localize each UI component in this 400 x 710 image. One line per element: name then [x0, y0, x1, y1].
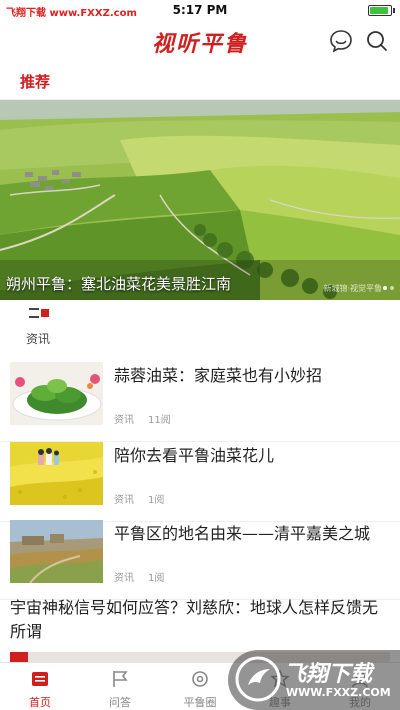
news-count: 11阅	[148, 415, 171, 426]
banner-watermark: 新城锦·视觉平鲁	[323, 284, 382, 293]
tab-recommend[interactable]: 推荐	[20, 71, 50, 92]
news-title-long[interactable]: 宇宙神秘信号如何应答？刘慈欣：地球人怎样反馈无所谓	[10, 596, 390, 644]
news-thumbnail	[10, 362, 103, 425]
chat-icon[interactable]	[328, 28, 354, 54]
news-title: 陪你去看平鲁油菜花儿	[114, 446, 275, 465]
news-category: 资讯	[114, 495, 134, 506]
status-time: 5:17 PM	[172, 3, 228, 17]
news-category: 资讯	[114, 415, 134, 426]
tab-qa-label: 问答	[109, 696, 131, 709]
news-item[interactable]: 陪你去看平鲁油菜花儿 资讯 1阅	[0, 442, 400, 522]
news-thumbnail	[10, 520, 103, 583]
tab-home[interactable]: 首页	[0, 663, 80, 710]
tab-home-label: 首页	[29, 696, 51, 709]
section-header: 资讯	[26, 306, 56, 350]
app-header: 视听平鲁	[0, 20, 400, 62]
section-mark-icon	[29, 308, 49, 320]
news-item[interactable]: 平鲁区的地名由来——清平嘉美之城 资讯 1阅	[0, 520, 400, 600]
category-tabs: 推荐	[0, 62, 400, 100]
watermark-url: WWW.FXXZ.COM	[286, 686, 391, 699]
banner-image	[0, 100, 400, 300]
news-title: 平鲁区的地名由来——清平嘉美之城	[114, 524, 371, 543]
search-icon[interactable]	[364, 28, 390, 54]
news-meta: 资讯 1阅	[114, 569, 164, 584]
banner-caption: 朔州平鲁：塞北油菜花美景胜江南	[6, 275, 232, 293]
circle-icon	[192, 671, 208, 687]
news-category: 资讯	[114, 573, 134, 584]
battery-cap	[393, 8, 395, 13]
banner-carousel[interactable]: 朔州平鲁：塞北油菜花美景胜江南 新城锦·视觉平鲁	[0, 100, 400, 300]
news-count: 1阅	[148, 495, 165, 506]
tab-circle-label: 平鲁圈	[183, 696, 217, 709]
section-title: 资讯	[26, 332, 51, 346]
watermark-logo-icon	[235, 656, 281, 702]
home-icon	[32, 672, 48, 686]
status-bar: 飞翔下载 www.FXXZ.com 5:17 PM	[0, 0, 400, 20]
tab-qa[interactable]: 问答	[80, 663, 160, 710]
battery-icon	[368, 5, 392, 16]
news-thumbnail	[10, 442, 103, 505]
carousel-dot[interactable]	[383, 286, 387, 290]
news-count: 1阅	[148, 573, 165, 584]
corner-watermark: 飞翔下载 WWW.FXXZ.COM	[228, 650, 400, 710]
flag-icon	[113, 671, 128, 687]
banner-pagination[interactable]	[383, 286, 394, 290]
watermark-title: 飞翔下载	[284, 662, 373, 687]
news-title: 蒜蓉油菜：家庭菜也有小妙招	[114, 366, 323, 385]
news-item[interactable]: 蒜蓉油菜：家庭菜也有小妙招 资讯 11阅	[0, 362, 400, 442]
news-meta: 资讯 11阅	[114, 411, 171, 426]
news-meta: 资讯 1阅	[114, 491, 164, 506]
carousel-dot[interactable]	[390, 286, 394, 290]
